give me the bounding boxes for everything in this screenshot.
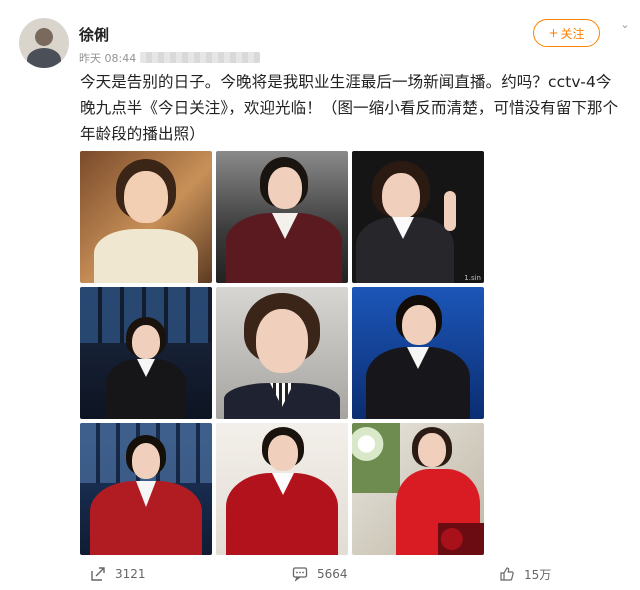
photo-4[interactable]: [80, 287, 212, 419]
like-count: 15万: [524, 567, 552, 582]
plus-icon: +: [548, 26, 559, 40]
chevron-down-icon[interactable]: ⌄: [619, 19, 631, 31]
photo-7[interactable]: [80, 423, 212, 555]
flower-bouquet: [352, 423, 400, 493]
follow-label: 关注: [560, 26, 585, 41]
photo-watermark: 1.sin: [464, 274, 481, 282]
photo-2[interactable]: [216, 151, 348, 283]
photo-9[interactable]: [352, 423, 484, 555]
raised-hand: [444, 191, 456, 231]
comment-count: 5664: [317, 567, 348, 581]
blurred-source: [140, 52, 261, 63]
repost-count: 3121: [115, 567, 146, 581]
photo-8[interactable]: [216, 423, 348, 555]
author-name[interactable]: 徐俐: [79, 24, 109, 45]
photo-3[interactable]: 1.sin: [352, 151, 484, 283]
photo-6[interactable]: [352, 287, 484, 419]
avatar[interactable]: [19, 18, 69, 68]
comment-button[interactable]: 5664: [291, 565, 348, 583]
red-flowers: [438, 523, 484, 555]
comment-icon: [291, 565, 309, 583]
post-text: 今天是告别的日子。今晚将是我职业生涯最后一场新闻直播。约吗？cctv-4今晚九点…: [80, 73, 619, 143]
repost-button[interactable]: 3121: [89, 565, 146, 583]
share-icon: [89, 565, 107, 583]
action-bar: 3121 5664 15万: [0, 565, 640, 590]
photo-1[interactable]: [80, 151, 212, 283]
follow-button[interactable]: + 关注: [533, 19, 600, 47]
thumbs-up-icon: [498, 565, 516, 583]
post-meta: 昨天 08:44: [79, 50, 261, 66]
post-time: 昨天 08:44: [79, 52, 137, 65]
like-button[interactable]: 15万: [498, 565, 551, 583]
photo-5[interactable]: [216, 287, 348, 419]
